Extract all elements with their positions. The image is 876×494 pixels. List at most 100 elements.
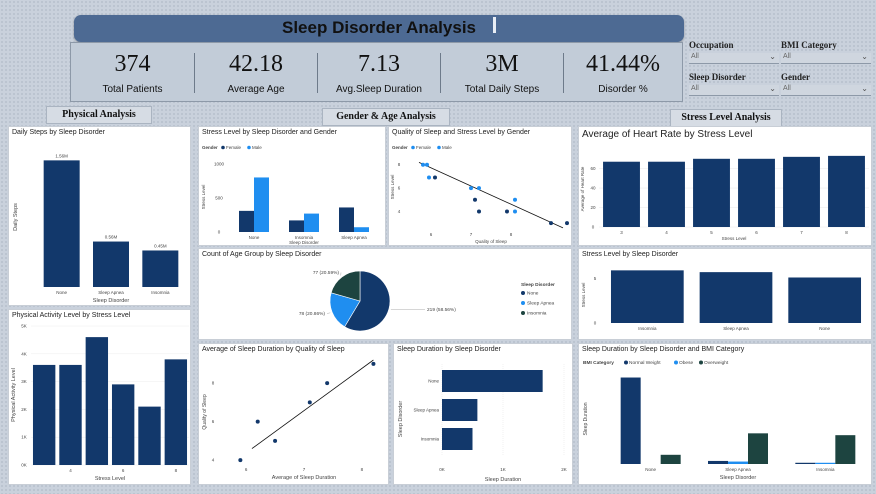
legend-marker [624,360,628,365]
data-label: 78 (20.86%) [299,311,326,317]
kpi-card-total-patients: 374 Total Patients [71,43,194,101]
legend-marker [221,145,225,150]
legend-label: Overweight [704,360,729,366]
axis-title: Sleep Disorder [398,401,404,438]
tick-label: 7 [800,230,803,235]
scatter-point [549,221,553,226]
panel-stress-disorder: Stress Level by Sleep Disorder 0 5 Insomni… [578,248,872,340]
legend-label: Insomnia [527,311,547,317]
tick-label: Sleep Apnea [723,326,749,331]
tick-label: 1K [500,467,506,472]
bar [442,370,543,392]
bar [32,364,56,465]
kpi-value: 42.18 [229,51,283,77]
tick-label: 4 [212,458,215,463]
kpi-card-disorder-percent: 41.44% Disorder % [564,43,682,101]
occupation-dropdown[interactable]: All ⌄ [689,52,779,64]
bar [254,177,269,232]
scatter-point [469,186,473,191]
bar [603,161,640,227]
chart-title: Count of Age Group by Sleep Disorder [202,251,322,258]
scatter-point [433,175,437,180]
bmi-category-dropdown[interactable]: All ⌄ [781,52,871,64]
panel-age-group: Count of Age Group by Sleep Disorder 219… [198,248,572,340]
tick-label: 8 [212,381,215,386]
duration-disorder-chart: 0K 1K 2K None Sleep Apnea Insomnia Sleep Durat… [398,364,567,483]
legend-marker [674,360,678,365]
legend-marker [699,360,703,365]
legend-title: Sleep Disorder [521,282,555,288]
scatter-point [371,361,376,366]
panel-stress-gender: Stress Level by Sleep Disorder and Gende… [198,126,386,246]
axis-title: Sleep Disorder [93,298,130,304]
legend-marker [521,291,525,295]
scatter-point [325,381,330,386]
bar [748,433,768,464]
tick-label: 40 [590,186,596,191]
scatter-point [307,400,312,405]
tick-label: 8 [845,230,848,235]
section-label-gender-age: Gender & Age Analysis [322,108,450,126]
chart-title: Physical Activity Level by Stress Level [12,312,131,319]
kpi-label: Average Age [227,84,285,95]
tick-label: 6 [245,467,248,472]
kpi-value: 3M [485,51,519,77]
tick-label: 1000 [214,161,225,166]
panel-sleep-quality-duration: Average of Sleep Duration by Quality of … [198,343,389,485]
tick-label: 1K [21,435,27,440]
scatter-point [255,419,260,424]
gender-dropdown[interactable]: All ⌄ [781,84,871,96]
legend-label: Male [252,145,262,150]
sleep-disorder-dropdown[interactable]: All ⌄ [689,84,779,96]
bar [442,399,478,421]
axis-title: Stress Level [201,185,206,210]
tick-label: 6 [212,419,215,424]
tick-label: 5K [21,324,27,329]
tick-label: 7 [470,232,473,237]
tick-label: 0 [218,230,221,235]
bar [354,227,369,232]
legend-marker [411,145,415,150]
tick-label: Sleep Apnea [725,467,751,472]
trend-line [418,161,564,229]
bar [708,460,728,464]
legend-marker [247,145,251,150]
legend-title: BMI Category [583,360,614,366]
heart-rate-stress-chart: 0 20 40 60 3 4 5 6 7 8 Stress Level Average of Hear… [580,155,869,241]
scatter-point [477,186,481,191]
bar [164,359,188,465]
tick-label: 4K [21,351,27,356]
chart-title: Daily Steps by Sleep Disorder [12,129,105,136]
tick-label: 4 [665,230,668,235]
legend-label: Obese [679,360,693,366]
scatter-point [513,197,517,202]
duration-bmi-chart: BMI Category Normal Weight Obese Overweight… [583,360,856,481]
daily-steps-chart: 1.56M None 0.56M Sleep Apnea 0.45M Insomnia Sl… [13,153,179,304]
bar [795,462,816,464]
kpi-value: 374 [114,51,151,77]
scatter-point [513,209,517,214]
kpi-strip: 374 Total Patients 42.18 Average Age 7.1… [70,42,683,102]
axis-title: Sleep Duration [485,477,521,483]
axis-title: Sleep Disorder [720,475,757,481]
chart-title: Average of Sleep Duration by Quality of … [202,346,345,353]
panel-heart-rate-stress: Average of Heart Rate by Stress Level 0 2… [578,126,872,246]
tick-label: 3 [620,230,623,235]
kpi-label: Disorder % [598,84,648,95]
chart-title: Average of Heart Rate by Stress Level [582,129,753,140]
bar [738,158,775,227]
legend-marker [521,311,525,315]
tick-label: Insomnia [638,326,657,331]
bar [339,207,354,232]
tick-label: 5 [594,276,597,281]
scatter-point [565,221,569,226]
bar [835,435,856,464]
kpi-card-average-age: 42.18 Average Age [195,43,317,101]
scatter-point [505,209,509,214]
chart-title: Sleep Duration by Sleep Disorder [397,346,501,353]
bar [783,156,820,227]
tick-label: 8 [510,232,513,237]
data-label: 0.56M [105,235,118,240]
data-label: 77 (20.59%) [313,270,340,276]
bar [442,428,473,450]
